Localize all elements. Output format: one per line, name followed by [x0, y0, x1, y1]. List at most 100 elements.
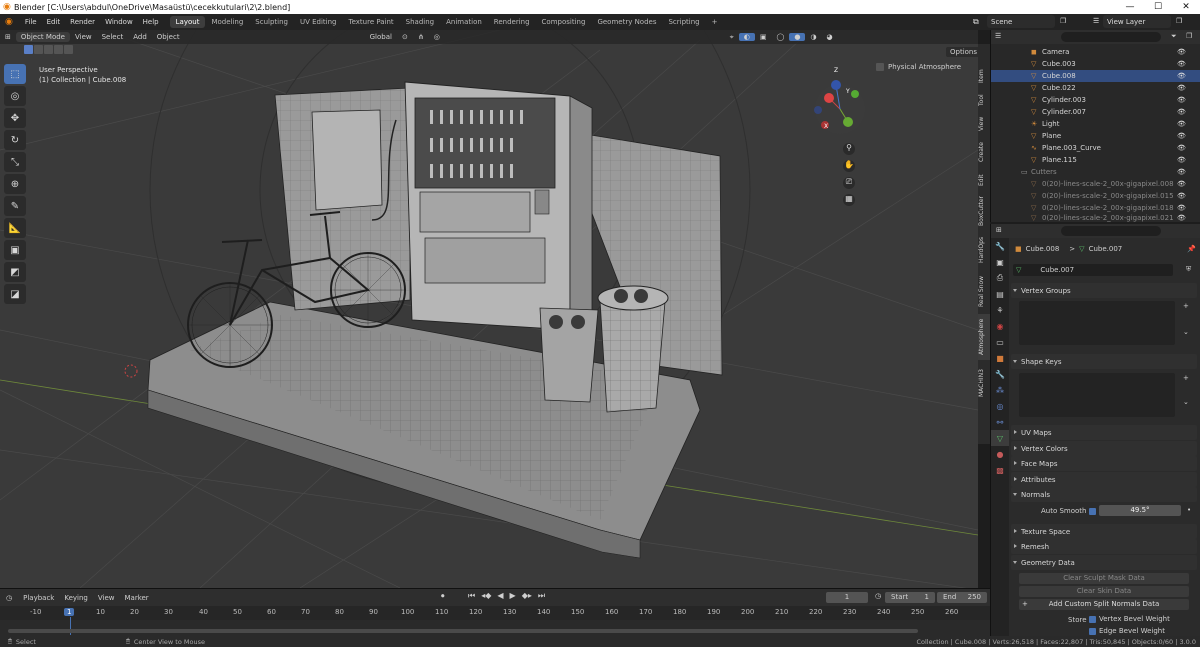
transform-orientation[interactable]: Global: [365, 33, 397, 41]
sidebar-tab-hardops[interactable]: HardOps: [978, 234, 990, 266]
select-subtract-icon[interactable]: [44, 45, 53, 54]
options-button[interactable]: Options: [946, 47, 978, 57]
section-attributes[interactable]: Attributes: [1011, 472, 1197, 487]
tab-animation[interactable]: Animation: [440, 16, 488, 28]
outliner-row[interactable]: ▽ 0(20)-lines-scale-2_00x-gigapixel.008 …: [991, 178, 1200, 190]
outliner-row[interactable]: ◼ Camera 👁: [991, 46, 1200, 58]
visibility-eye-icon[interactable]: 👁: [1177, 96, 1186, 104]
object-props-icon[interactable]: ■: [991, 350, 1009, 366]
section-vertex-groups[interactable]: Vertex Groups: [1011, 283, 1197, 298]
play-reverse-icon[interactable]: ◀: [497, 591, 503, 601]
end-frame-field[interactable]: End 250: [937, 592, 987, 603]
outliner-row[interactable]: ▽ Plane 👁: [991, 130, 1200, 142]
play-icon[interactable]: ▶: [510, 591, 516, 601]
render-props-icon[interactable]: ▣: [991, 254, 1009, 270]
select-box-tool[interactable]: ⬚: [4, 64, 26, 84]
outliner-search[interactable]: [1061, 32, 1161, 42]
xray-toggle-icon[interactable]: ▣: [755, 33, 772, 41]
visibility-eye-icon[interactable]: 👁: [1177, 60, 1186, 68]
pin-icon[interactable]: 📌: [1187, 245, 1196, 253]
jump-start-icon[interactable]: ⏮: [468, 591, 475, 601]
tab-sculpting[interactable]: Sculpting: [249, 16, 294, 28]
visibility-eye-icon[interactable]: 👁: [1177, 214, 1186, 222]
shading-solid-icon[interactable]: ●: [789, 33, 806, 41]
proportional-edit-icon[interactable]: ◎: [429, 33, 445, 41]
close-button[interactable]: ✕: [1172, 2, 1200, 12]
visibility-eye-icon[interactable]: 👁: [1177, 156, 1186, 164]
sidebar-tab-edit[interactable]: Edit: [978, 170, 990, 190]
tab-compositing[interactable]: Compositing: [536, 16, 592, 28]
data-props-icon[interactable]: ▽: [991, 430, 1009, 446]
frame-ruler[interactable]: -10 1 10 20 30 40 50 60 70 80 90 100 110…: [0, 606, 990, 620]
next-key-icon[interactable]: ◆▸: [522, 591, 532, 601]
tool-props-icon[interactable]: 🔧: [991, 238, 1009, 254]
visibility-eye-icon[interactable]: 👁: [1177, 72, 1186, 80]
maximize-button[interactable]: ☐: [1144, 2, 1172, 12]
add-vertex-group-button[interactable]: +: [1183, 302, 1189, 310]
3d-viewport[interactable]: ⊞ Object Mode View Select Add Object Glo…: [0, 30, 978, 588]
vertex-group-menu-icon[interactable]: ⌄: [1183, 328, 1189, 336]
mesh-datablock[interactable]: ▽ Cube.007: [1013, 264, 1173, 276]
tab-rendering[interactable]: Rendering: [488, 16, 536, 28]
edge-bevel-weight-toggle[interactable]: Edge Bevel Weight: [1089, 627, 1165, 635]
outliner-row[interactable]: ▽ Cylinder.003 👁: [991, 94, 1200, 106]
menu-help[interactable]: Help: [138, 18, 164, 26]
collection-props-icon[interactable]: ▭: [991, 334, 1009, 350]
ortho-toggle-icon[interactable]: ▦: [843, 194, 855, 206]
visibility-eye-icon[interactable]: 👁: [1177, 48, 1186, 56]
boxcutter-tool[interactable]: ◩: [4, 262, 26, 282]
physics-props-icon[interactable]: ◎: [991, 398, 1009, 414]
outliner-row-selected[interactable]: ▽ Cube.008 👁: [991, 70, 1200, 82]
timeline-scrollbar[interactable]: [8, 629, 918, 633]
timeline-menu-playback[interactable]: Playback: [18, 594, 59, 602]
add-workspace-button[interactable]: +: [706, 16, 724, 28]
mode-selector[interactable]: Object Mode: [15, 32, 70, 42]
outliner-row[interactable]: ▽ Cylinder.007 👁: [991, 106, 1200, 118]
shading-wire-icon[interactable]: ◯: [771, 33, 789, 41]
clear-skin-data-button[interactable]: Clear Skin Data: [1019, 586, 1189, 597]
outliner-row[interactable]: ▽ Plane.115 👁: [991, 154, 1200, 166]
section-uv-maps[interactable]: UV Maps: [1011, 425, 1197, 440]
outliner-row[interactable]: ▽ Cube.022 👁: [991, 82, 1200, 94]
start-frame-field[interactable]: Start 1: [885, 592, 935, 603]
outliner-row[interactable]: ▽ 0(20)-lines-scale-2_00x-gigapixel.015 …: [991, 190, 1200, 202]
keyframe-dot-icon[interactable]: •: [1187, 506, 1191, 514]
world-props-icon[interactable]: ◉: [991, 318, 1009, 334]
pivot-icon[interactable]: ⊙: [397, 33, 413, 41]
new-collection-icon[interactable]: ❐: [1186, 32, 1192, 40]
editor-type-icon[interactable]: ⊞: [0, 33, 16, 41]
visibility-eye-icon[interactable]: 👁: [1177, 192, 1186, 200]
annotate-tool[interactable]: ✎: [4, 196, 26, 216]
visibility-eye-icon[interactable]: 👁: [1177, 120, 1186, 128]
scene-props-icon[interactable]: ⚘: [991, 302, 1009, 318]
edge-bevel-checkbox[interactable]: [1089, 627, 1096, 635]
texture-props-icon[interactable]: ▩: [991, 462, 1009, 478]
hardops-tool[interactable]: ◪: [4, 284, 26, 304]
clear-sculpt-mask-button[interactable]: Clear Sculpt Mask Data: [1019, 573, 1189, 584]
add-shape-key-button[interactable]: +: [1183, 374, 1189, 382]
new-view-layer-icon[interactable]: ❐: [1176, 17, 1182, 25]
current-frame-field[interactable]: 1: [826, 592, 868, 603]
section-vertex-colors[interactable]: Vertex Colors: [1011, 441, 1197, 456]
shape-key-menu-icon[interactable]: ⌄: [1183, 398, 1189, 406]
tab-layout[interactable]: Layout: [169, 16, 206, 28]
new-scene-icon[interactable]: ❐: [1060, 17, 1066, 25]
menu-window[interactable]: Window: [100, 18, 138, 26]
measure-tool[interactable]: 📐: [4, 218, 26, 238]
tab-shading[interactable]: Shading: [400, 16, 440, 28]
sidebar-tab-machin3[interactable]: MACHIN3: [978, 364, 990, 402]
visibility-eye-icon[interactable]: 👁: [1177, 180, 1186, 188]
zoom-icon[interactable]: ⚲: [843, 143, 855, 155]
section-geometry-data[interactable]: Geometry Data: [1011, 555, 1197, 570]
outliner-row[interactable]: ▽ Cube.003 👁: [991, 58, 1200, 70]
filter-icon[interactable]: ⏷: [1171, 32, 1177, 41]
menu-file[interactable]: File: [20, 18, 42, 26]
viewport-menu-add[interactable]: Add: [128, 33, 152, 41]
properties-editor-icon[interactable]: ⊞: [996, 226, 1002, 234]
snap-icon[interactable]: ⋔: [413, 33, 429, 41]
visibility-eye-icon[interactable]: 👁: [1177, 108, 1186, 116]
sidebar-tab-tool[interactable]: Tool: [978, 90, 990, 110]
3d-cursor[interactable]: [124, 364, 138, 378]
sidebar-tab-atmosphere[interactable]: Atmosphere: [978, 314, 990, 360]
blender-menu-icon[interactable]: ◉: [0, 17, 16, 27]
